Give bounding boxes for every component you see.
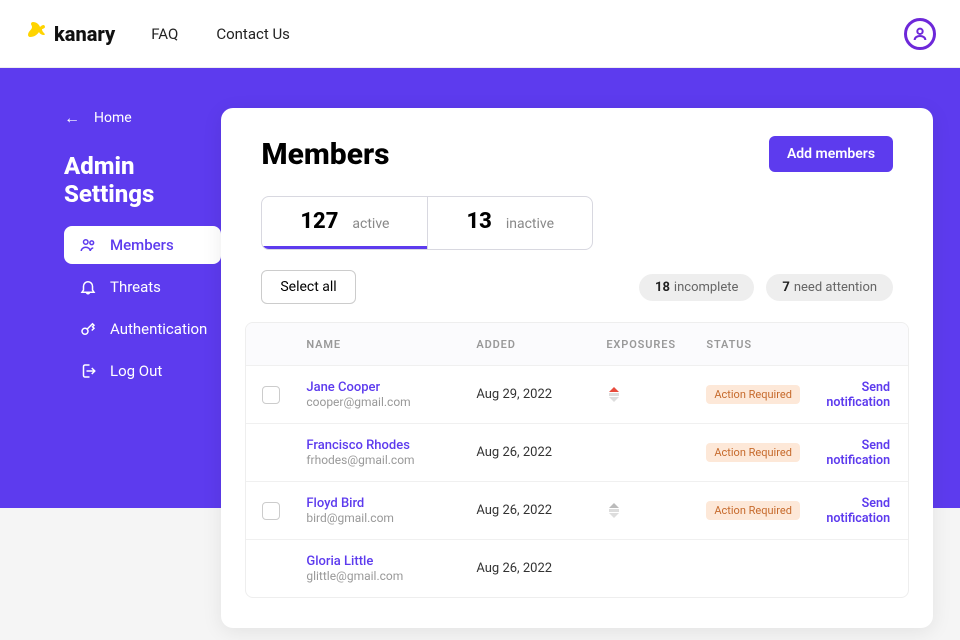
page-title: Admin Settings xyxy=(64,152,221,208)
status-badge: Action Required xyxy=(706,443,800,462)
row-name[interactable]: Francisco Rhodes xyxy=(306,438,476,453)
top-nav: kanary FAQ Contact Us xyxy=(0,0,960,68)
row-added: Aug 26, 2022 xyxy=(476,445,606,460)
brand-name: kanary xyxy=(54,22,115,46)
row-added: Aug 26, 2022 xyxy=(476,503,606,518)
brand-logo[interactable]: kanary xyxy=(24,18,115,49)
table-header: NAME ADDED EXPOSURES STATUS xyxy=(246,323,908,365)
filter-count: 7 xyxy=(782,280,789,295)
row-checkbox[interactable] xyxy=(262,386,280,404)
row-email: glittle@gmail.com xyxy=(306,569,476,583)
send-notification-link[interactable]: Send notification xyxy=(826,380,898,410)
row-added: Aug 29, 2022 xyxy=(476,387,606,402)
members-panel: Members Add members 127active13inactive … xyxy=(221,108,933,628)
row-name[interactable]: Jane Cooper xyxy=(306,380,476,395)
row-email: frhodes@gmail.com xyxy=(306,453,476,467)
sidebar-item-label: Threats xyxy=(110,278,161,296)
filter-count: 18 xyxy=(655,280,670,295)
table-row: Jane Coopercooper@gmail.comAug 29, 2022 A… xyxy=(246,365,908,423)
member-tabs: 127 active 13 inactive xyxy=(261,196,593,250)
status-badge: Action Required xyxy=(706,385,800,404)
tab-label: active xyxy=(352,216,389,232)
breadcrumb-home[interactable]: ← Home xyxy=(64,108,221,128)
bird-icon xyxy=(24,18,48,49)
breadcrumb-label: Home xyxy=(94,110,132,126)
row-added: Aug 26, 2022 xyxy=(476,561,606,576)
logout-icon xyxy=(78,361,98,381)
filter-need-attention[interactable]: 7 need attention xyxy=(766,274,893,301)
col-status: STATUS xyxy=(706,338,826,351)
tab-active[interactable]: 127 active xyxy=(262,197,427,249)
tab-inactive[interactable]: 13 inactive xyxy=(427,197,592,249)
group-icon xyxy=(78,235,98,255)
table-row: Francisco Rhodesfrhodes@gmail.comAug 26,… xyxy=(246,423,908,481)
row-email: bird@gmail.com xyxy=(306,511,476,525)
status-badge: Action Required xyxy=(706,501,800,520)
send-notification-link[interactable]: Send notification xyxy=(826,496,898,526)
sidebar-item-threats[interactable]: Threats xyxy=(64,268,221,306)
send-notification-link[interactable]: Send notification xyxy=(826,438,898,468)
filter-incomplete[interactable]: 18 incomplete xyxy=(639,274,754,301)
sidebar-item-label: Authentication xyxy=(110,320,207,338)
members-table: NAME ADDED EXPOSURES STATUS Jane Cooperc… xyxy=(245,322,909,598)
sidebar-item-members[interactable]: Members xyxy=(64,226,221,264)
user-icon xyxy=(912,26,928,42)
filter-label: incomplete xyxy=(674,280,738,295)
add-members-button[interactable]: Add members xyxy=(769,136,893,172)
table-row: Floyd Birdbird@gmail.comAug 26, 2022 Acti… xyxy=(246,481,908,539)
tab-label: inactive xyxy=(506,216,554,232)
nav-contact[interactable]: Contact Us xyxy=(216,25,290,43)
table-row: Gloria Littleglittle@gmail.comAug 26, 20… xyxy=(246,539,908,597)
col-exposures: EXPOSURES xyxy=(606,338,706,351)
filter-label: need attention xyxy=(794,280,877,295)
profile-button[interactable] xyxy=(904,18,936,50)
arrow-left-icon: ← xyxy=(64,108,80,128)
row-name[interactable]: Floyd Bird xyxy=(306,496,476,511)
sidebar-item-label: Log Out xyxy=(110,362,162,380)
select-all-button[interactable]: Select all xyxy=(261,270,355,304)
sidebar-item-log-out[interactable]: Log Out xyxy=(64,352,221,390)
sidebar-item-authentication[interactable]: Authentication xyxy=(64,310,221,348)
exposure-neutral-icon xyxy=(606,503,622,518)
exposure-up-icon xyxy=(606,387,622,402)
sidebar: ← Home Admin Settings Members Threats Auth… xyxy=(0,108,221,628)
row-name[interactable]: Gloria Little xyxy=(306,554,476,569)
col-name: NAME xyxy=(306,338,476,351)
key-icon xyxy=(78,319,98,339)
nav-faq[interactable]: FAQ xyxy=(151,25,178,43)
row-checkbox[interactable] xyxy=(262,502,280,520)
row-email: cooper@gmail.com xyxy=(306,395,476,409)
sidebar-item-label: Members xyxy=(110,236,174,254)
col-added: ADDED xyxy=(476,338,606,351)
tab-count: 127 xyxy=(300,209,338,234)
bell-icon xyxy=(78,277,98,297)
tab-count: 13 xyxy=(466,209,491,234)
panel-title: Members xyxy=(261,137,389,172)
